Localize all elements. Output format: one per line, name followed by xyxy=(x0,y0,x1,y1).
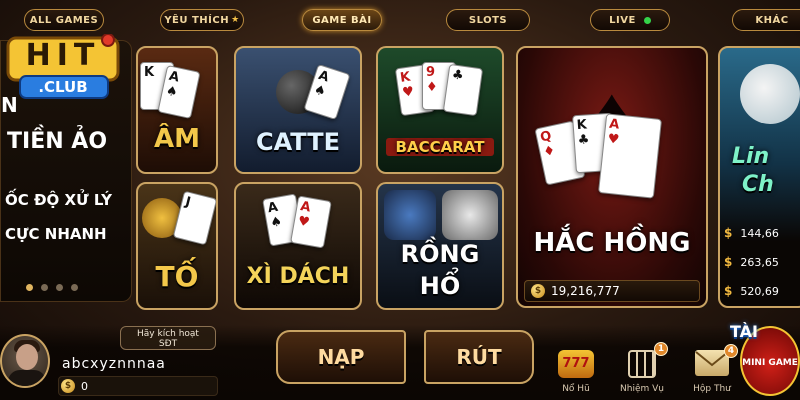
jackpot-value: 263,65 xyxy=(740,255,779,269)
slot-777-icon: 777 xyxy=(558,350,594,378)
jackpot-value: 520,69 xyxy=(740,284,779,298)
playing-card: J xyxy=(172,190,216,246)
tab-other[interactable]: KHÁC xyxy=(732,9,800,31)
tab-live[interactable]: LIVE xyxy=(590,9,670,31)
promo-line4: CỰC NHANH xyxy=(5,225,107,243)
mini-game-label: MINI GAME xyxy=(742,358,798,368)
mailbox-label: Hộp Thư xyxy=(693,384,731,394)
dragon-icon xyxy=(384,190,436,240)
tab-all-games-label: ALL GAMES xyxy=(29,14,99,26)
tiger-icon xyxy=(442,190,498,240)
logo-club-text: .CLUB xyxy=(38,78,88,96)
missions-label: Nhiệm Vụ xyxy=(620,384,664,394)
game-card-catte[interactable]: A ♠ CATTE xyxy=(234,46,362,174)
deposit-button[interactable]: NẠP xyxy=(276,330,406,384)
playing-card: A ♥ xyxy=(290,195,332,249)
game-card-hac-hong[interactable]: ♠ Q♦ K♣ A♥ HẮC HỒNG $ 19,216,777 xyxy=(516,46,708,308)
currency-symbol: $ xyxy=(724,226,733,240)
carousel-dot[interactable] xyxy=(26,284,33,291)
missions-badge: 1 xyxy=(654,342,668,356)
user-avatar[interactable] xyxy=(0,334,50,388)
tab-favorite[interactable]: YÊU THÍCH ★ xyxy=(160,9,244,31)
playing-card: ♣ xyxy=(442,63,484,117)
game-label-rong-ho-line2: HỔ xyxy=(419,272,461,300)
activate-phone-line1: Hãy kích hoạt xyxy=(137,329,199,339)
live-indicator-icon xyxy=(643,16,651,24)
jackpot-explode-button[interactable]: 777 Nổ Hũ xyxy=(554,350,598,394)
balance-value: 0 xyxy=(81,379,88,393)
jackpot-row: $144,66 xyxy=(724,222,800,244)
game-card-xi-dach[interactable]: A ♠ A ♥ XÌ DÁCH xyxy=(234,182,362,310)
tab-slots[interactable]: SLOTS xyxy=(446,9,530,31)
game-label-mau-binh: TỐ xyxy=(155,260,199,293)
carousel-dot[interactable] xyxy=(41,284,48,291)
jackpot-display-hac-hong: $ 19,216,777 xyxy=(524,280,700,302)
carousel-dot[interactable] xyxy=(56,284,63,291)
tab-slots-label: SLOTS xyxy=(468,14,508,26)
coin-icon: $ xyxy=(61,379,75,393)
activate-phone-line2: SĐT xyxy=(158,339,178,349)
jackpot-row: $263,65 xyxy=(724,251,800,273)
tab-game-bai[interactable]: GAME BÀI xyxy=(302,9,382,31)
carousel-dots[interactable] xyxy=(26,284,78,291)
game-label-catte: CATTE xyxy=(255,128,340,156)
game-card-tien-len[interactable]: K A ♠ ÂM xyxy=(136,46,218,174)
mail-badge: 4 xyxy=(724,344,738,358)
tab-favorite-label: YÊU THÍCH xyxy=(164,14,230,26)
game-label-xi-dach: XÌ DÁCH xyxy=(246,264,350,289)
mini-game-tai-label: TÀI xyxy=(730,322,759,341)
game-label-lucky-line2: Ch xyxy=(742,172,774,197)
coin-icon: $ xyxy=(531,284,545,298)
deposit-label: NẠP xyxy=(317,345,365,369)
promo-line2: TIỀN ẢO xyxy=(7,129,108,154)
withdraw-button[interactable]: RÚT xyxy=(424,330,534,384)
tab-all-games[interactable]: ALL GAMES xyxy=(24,9,104,31)
tab-other-label: KHÁC xyxy=(755,14,789,26)
game-card-rong-ho[interactable]: RỒNG HỔ xyxy=(376,182,504,310)
carousel-dot[interactable] xyxy=(71,284,78,291)
currency-symbol: $ xyxy=(724,284,733,298)
balance-field: $ 0 xyxy=(58,376,218,396)
game-label-baccarat: BACCARAT xyxy=(386,138,494,156)
username: abcxyznnnaa xyxy=(62,356,166,372)
hit-club-logo: HIT .CLUB xyxy=(6,33,120,102)
playing-card: A ♥ xyxy=(597,113,663,199)
promo-line3: ỐC ĐỘ XỬ LÝ xyxy=(5,191,112,209)
mini-game-button[interactable]: TÀI MINI GAME xyxy=(730,322,800,396)
jackpot-row: $520,69 xyxy=(724,280,800,302)
game-label-tien-len: ÂM xyxy=(154,124,200,154)
game-label-lucky-line1: Lin xyxy=(732,144,770,169)
currency-symbol: $ xyxy=(724,255,733,269)
activate-phone-button[interactable]: Hãy kích hoạt SĐT xyxy=(120,326,216,350)
game-label-hac-hong: HẮC HỒNG xyxy=(533,228,691,258)
logo-hit-text: HIT xyxy=(25,38,101,73)
tab-game-bai-label: GAME BÀI xyxy=(312,14,372,26)
tab-live-label: LIVE xyxy=(609,14,636,26)
withdraw-label: RÚT xyxy=(456,345,502,369)
game-card-baccarat[interactable]: K ♥ 9 ♦ ♣ BACCARAT xyxy=(376,46,504,174)
jackpot-explode-label: Nổ Hũ xyxy=(562,384,590,394)
missions-icon xyxy=(628,350,656,378)
jackpot-value-hac-hong: 19,216,777 xyxy=(551,284,620,298)
snake-mascot-icon xyxy=(740,64,800,124)
missions-button[interactable]: Nhiệm Vụ xyxy=(620,350,664,394)
playing-card: A ♠ xyxy=(303,63,351,121)
game-card-mau-binh[interactable]: J TỐ xyxy=(136,182,218,310)
star-icon: ★ xyxy=(231,15,240,25)
game-label-rong-ho-line1: RỒNG xyxy=(400,240,480,268)
jackpot-value: 144,66 xyxy=(740,226,779,240)
